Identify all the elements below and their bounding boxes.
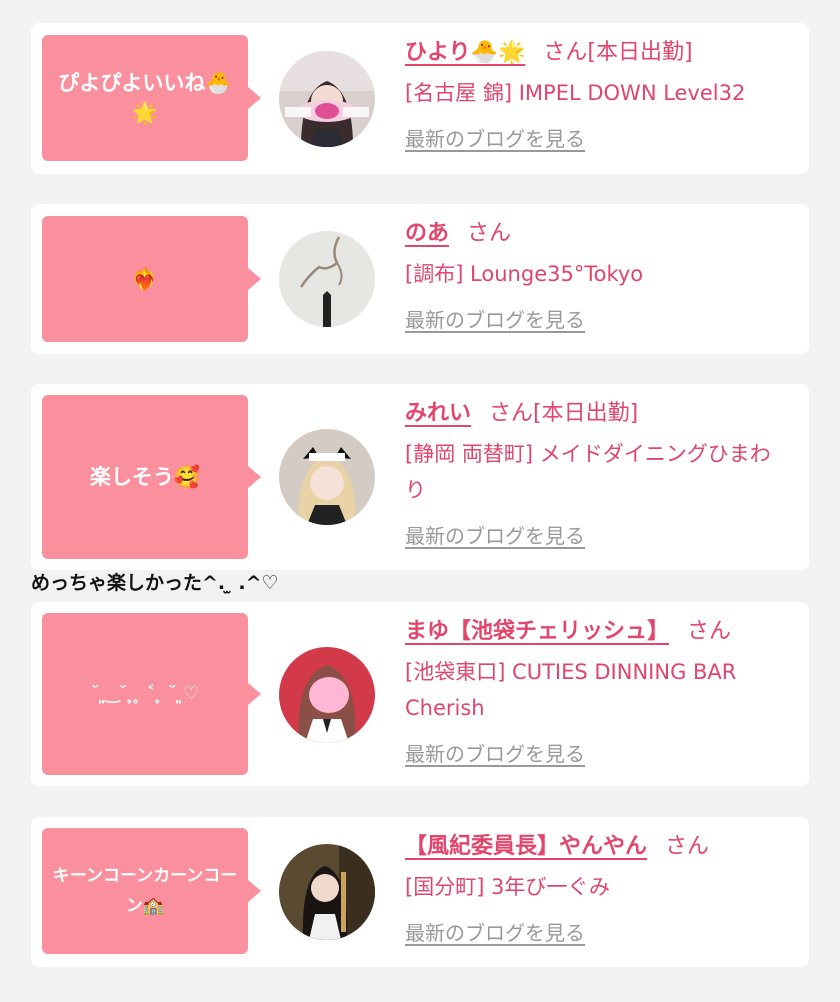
message-text: ぴよぴよいいね🐣🌟 <box>58 71 232 125</box>
name-line: ひより🐣🌟 さん[本日出勤] <box>405 37 789 69</box>
message-bubble: ˘ ͈ ͜ ˘ ̥ ̥ ˂ ̥ ˘ ͈♡ <box>42 613 261 775</box>
card-info: 【風紀委員長】やんやん さん [国分町] 3年び一ぐみ 最新のブログを見る <box>405 831 789 946</box>
card-info: ひより🐣🌟 さん[本日出勤] [名古屋 錦] IMPEL DOWN Level32… <box>405 37 789 152</box>
message-text: ❤️‍🔥 <box>131 267 159 291</box>
latest-blog-link[interactable]: 最新のブログを見る <box>405 304 585 333</box>
cast-name-link[interactable]: みれい <box>405 401 471 426</box>
message-card: ˘ ͈ ͜ ˘ ̥ ̥ ˂ ̥ ˘ ͈♡ まゆ【池袋チェリッシュ】 さん [池袋東… <box>31 602 809 786</box>
message-bubble: ぴよぴよいいね🐣🌟 <box>42 35 261 161</box>
message-card: キーンコーンカーンコーン🏫 【風紀委員長】やんやん さん [国分町] 3年び一ぐみ… <box>31 817 809 967</box>
latest-blog-link[interactable]: 最新のブログを見る <box>405 123 585 152</box>
avatar-image <box>279 844 375 940</box>
name-line: みれい さん[本日出勤] <box>405 398 789 430</box>
message-bubble: 楽しそう🥰 <box>42 395 261 559</box>
avatar[interactable] <box>279 231 375 327</box>
shop-info: [池袋東口] CUTIES DINNING BAR Cherish <box>405 660 737 720</box>
message-bubble: キーンコーンカーンコーン🏫 <box>42 828 261 954</box>
name-line: まゆ【池袋チェリッシュ】 さん <box>405 616 789 648</box>
avatar-image <box>279 647 375 743</box>
message-card: 楽しそう🥰 みれい さん[本日出勤] [静岡 両替町] メイドダイニングひまわり … <box>31 384 809 570</box>
name-line: のあ さん <box>405 218 789 250</box>
name-line: 【風紀委員長】やんやん さん <box>405 831 789 863</box>
avatar-image <box>279 51 375 147</box>
user-comment: めっちゃ楽しかった^. ̫ .^♡ <box>31 572 279 594</box>
shop-info: [調布] Lounge35°Tokyo <box>405 262 644 286</box>
latest-blog-link[interactable]: 最新のブログを見る <box>405 917 585 946</box>
message-text: キーンコーンカーンコーン🏫 <box>52 866 238 916</box>
avatar[interactable] <box>279 51 375 147</box>
avatar[interactable] <box>279 647 375 743</box>
cast-name-link[interactable]: まゆ【池袋チェリッシュ】 <box>405 619 669 644</box>
honorific-status: さん <box>665 834 710 859</box>
avatar-image <box>279 231 375 327</box>
honorific-status: さん <box>467 221 512 246</box>
honorific-status: さん[本日出勤] <box>543 40 693 65</box>
message-bubble: ❤️‍🔥 <box>42 216 261 342</box>
card-info: のあ さん [調布] Lounge35°Tokyo 最新のブログを見る <box>405 218 789 333</box>
latest-blog-link[interactable]: 最新のブログを見る <box>405 738 585 767</box>
message-card: ❤️‍🔥 のあ さん [調布] Lounge35°Tokyo 最新のブログを見る <box>31 204 809 354</box>
shop-info: [静岡 両替町] メイドダイニングひまわり <box>405 442 771 502</box>
message-text: ˘ ͈ ͜ ˘ ̥ ̥ ˂ ̥ ˘ ͈♡ <box>90 683 200 704</box>
avatar-image <box>279 429 375 525</box>
card-info: まゆ【池袋チェリッシュ】 さん [池袋東口] CUTIES DINNING BAR… <box>405 616 789 767</box>
shop-info: [名古屋 錦] IMPEL DOWN Level32 <box>405 81 746 105</box>
avatar[interactable] <box>279 844 375 940</box>
card-info: みれい さん[本日出勤] [静岡 両替町] メイドダイニングひまわり 最新のブログ… <box>405 398 789 549</box>
message-card: ぴよぴよいいね🐣🌟 ひより🐣🌟 さん[本日出勤] [名古屋 錦] IMPEL DO… <box>31 23 809 174</box>
cast-name-link[interactable]: 【風紀委員長】やんやん <box>405 834 647 859</box>
avatar[interactable] <box>279 429 375 525</box>
cast-name-link[interactable]: ひより🐣🌟 <box>405 40 525 65</box>
cast-name-link[interactable]: のあ <box>405 221 449 246</box>
shop-info: [国分町] 3年び一ぐみ <box>405 875 611 899</box>
honorific-status: さん[本日出勤] <box>489 401 639 426</box>
latest-blog-link[interactable]: 最新のブログを見る <box>405 520 585 549</box>
honorific-status: さん <box>687 619 732 644</box>
message-text: 楽しそう🥰 <box>89 465 201 489</box>
